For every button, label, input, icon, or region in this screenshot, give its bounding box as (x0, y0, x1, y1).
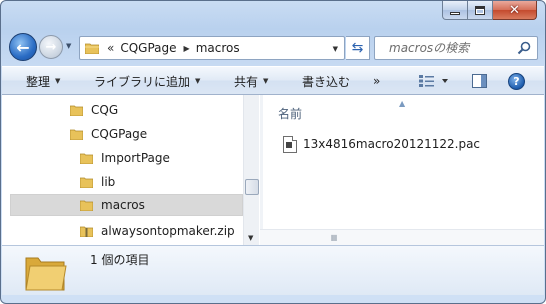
sort-ascending-icon: ▲ (399, 99, 406, 108)
refresh-button[interactable]: ⇆ (346, 36, 370, 60)
burn-label: 書き込む (302, 74, 351, 89)
nav-item-label: lib (101, 175, 116, 189)
search-input[interactable] (375, 37, 505, 59)
folder-icon (80, 153, 93, 164)
close-icon: ✕ (509, 2, 520, 18)
share-label: 共有 (234, 74, 259, 89)
help-icon[interactable]: ? (508, 73, 525, 90)
add-to-library-label: ライブラリに追加 (94, 74, 191, 89)
burn-button[interactable]: 書き込む (302, 67, 350, 95)
address-bar[interactable]: « CQGPage ▶ macros ▼ (79, 36, 345, 60)
refresh-icon: ⇆ (351, 40, 364, 56)
large-folder-icon (25, 257, 67, 291)
nav-scrollbar[interactable]: ▼ (243, 95, 259, 245)
close-button[interactable]: ✕ (493, 1, 537, 20)
nav-item-alwaysontopmaker[interactable]: alwaysontopmaker.zip (80, 220, 243, 242)
horizontal-scrollbar[interactable]: ⦀⦀ (260, 229, 544, 245)
chevron-down-icon: ▼ (195, 77, 201, 85)
search-box[interactable] (374, 36, 538, 60)
pac-file-icon (283, 135, 297, 153)
scrollbar-thumb[interactable] (245, 179, 259, 195)
breadcrumb-chevron-icon[interactable]: ▶ (184, 44, 190, 53)
nav-item-importpage[interactable]: ImportPage (80, 147, 242, 169)
minimize-icon (450, 11, 460, 15)
recent-pages-dropdown[interactable]: ▼ (66, 42, 71, 50)
explorer-window: ✕ ← → ▼ « CQGPage ▶ macros ▼ ⇆ 整理 ▼ ライブラリ… (0, 0, 546, 304)
back-arrow-icon: ← (16, 37, 30, 57)
folder-icon (70, 129, 83, 140)
chevron-down-icon: ▼ (55, 77, 61, 85)
address-overflow[interactable]: « (107, 41, 114, 55)
more-commands-label: » (373, 74, 381, 88)
column-header-name[interactable]: 名前 (278, 105, 302, 122)
add-to-library-button[interactable]: ライブラリに追加 ▼ (94, 67, 200, 95)
nav-item-cqgpage[interactable]: CQGPage (70, 123, 242, 145)
forward-arrow-icon: → (45, 39, 57, 55)
zip-folder-icon (80, 226, 93, 237)
back-button[interactable]: ← (9, 33, 37, 61)
scroll-down-icon[interactable]: ▼ (248, 234, 253, 242)
nav-item-label: CQGPage (91, 127, 148, 141)
maximize-button[interactable] (468, 1, 493, 20)
chevron-down-icon: ▼ (263, 77, 269, 85)
more-commands-button[interactable]: » (373, 67, 380, 95)
breadcrumb-macros[interactable]: macros (196, 41, 240, 55)
pane-splitter[interactable] (260, 95, 263, 245)
maximize-icon (475, 5, 485, 15)
file-name: 13x4816macro20121122.pac (303, 137, 481, 151)
content-area: CQG CQGPage ImportPage lib macros always… (2, 95, 544, 245)
folder-icon (80, 200, 93, 211)
search-icon[interactable] (517, 41, 531, 55)
share-button[interactable]: 共有 ▼ (234, 67, 268, 95)
item-count-status: 1 個の項目 (90, 253, 150, 267)
details-pane: 1 個の項目 (2, 245, 544, 295)
command-bar: 整理 ▼ ライブラリに追加 ▼ 共有 ▼ 書き込む » ? (2, 66, 544, 95)
nav-item-cqg[interactable]: CQG (70, 99, 242, 121)
organize-button[interactable]: 整理 ▼ (26, 67, 60, 95)
nav-item-label: ImportPage (101, 151, 170, 165)
folder-icon (85, 43, 99, 54)
nav-item-label: macros (101, 198, 145, 212)
nav-item-macros[interactable]: macros (10, 194, 243, 216)
navigation-pane[interactable]: CQG CQGPage ImportPage lib macros always… (2, 95, 259, 245)
file-list[interactable]: ▲ 名前 13x4816macro20121122.pac (264, 95, 544, 245)
file-item[interactable]: 13x4816macro20121122.pac (283, 135, 480, 153)
forward-button[interactable]: → (39, 35, 63, 59)
caption-buttons: ✕ (442, 1, 537, 21)
breadcrumb-cqgpage[interactable]: CQGPage (120, 41, 176, 55)
nav-item-label: alwaysontopmaker.zip (101, 224, 235, 238)
minimize-button[interactable] (442, 1, 468, 20)
folder-icon (80, 177, 93, 188)
folder-icon (70, 105, 83, 116)
change-view-icon[interactable] (419, 75, 449, 87)
scrollbar-grip-icon[interactable]: ⦀⦀ (331, 234, 337, 244)
preview-pane-icon[interactable] (472, 74, 487, 88)
nav-item-lib[interactable]: lib (80, 171, 242, 193)
nav-item-label: CQG (91, 103, 119, 117)
organize-label: 整理 (26, 74, 51, 89)
address-dropdown-icon[interactable]: ▼ (333, 45, 338, 53)
